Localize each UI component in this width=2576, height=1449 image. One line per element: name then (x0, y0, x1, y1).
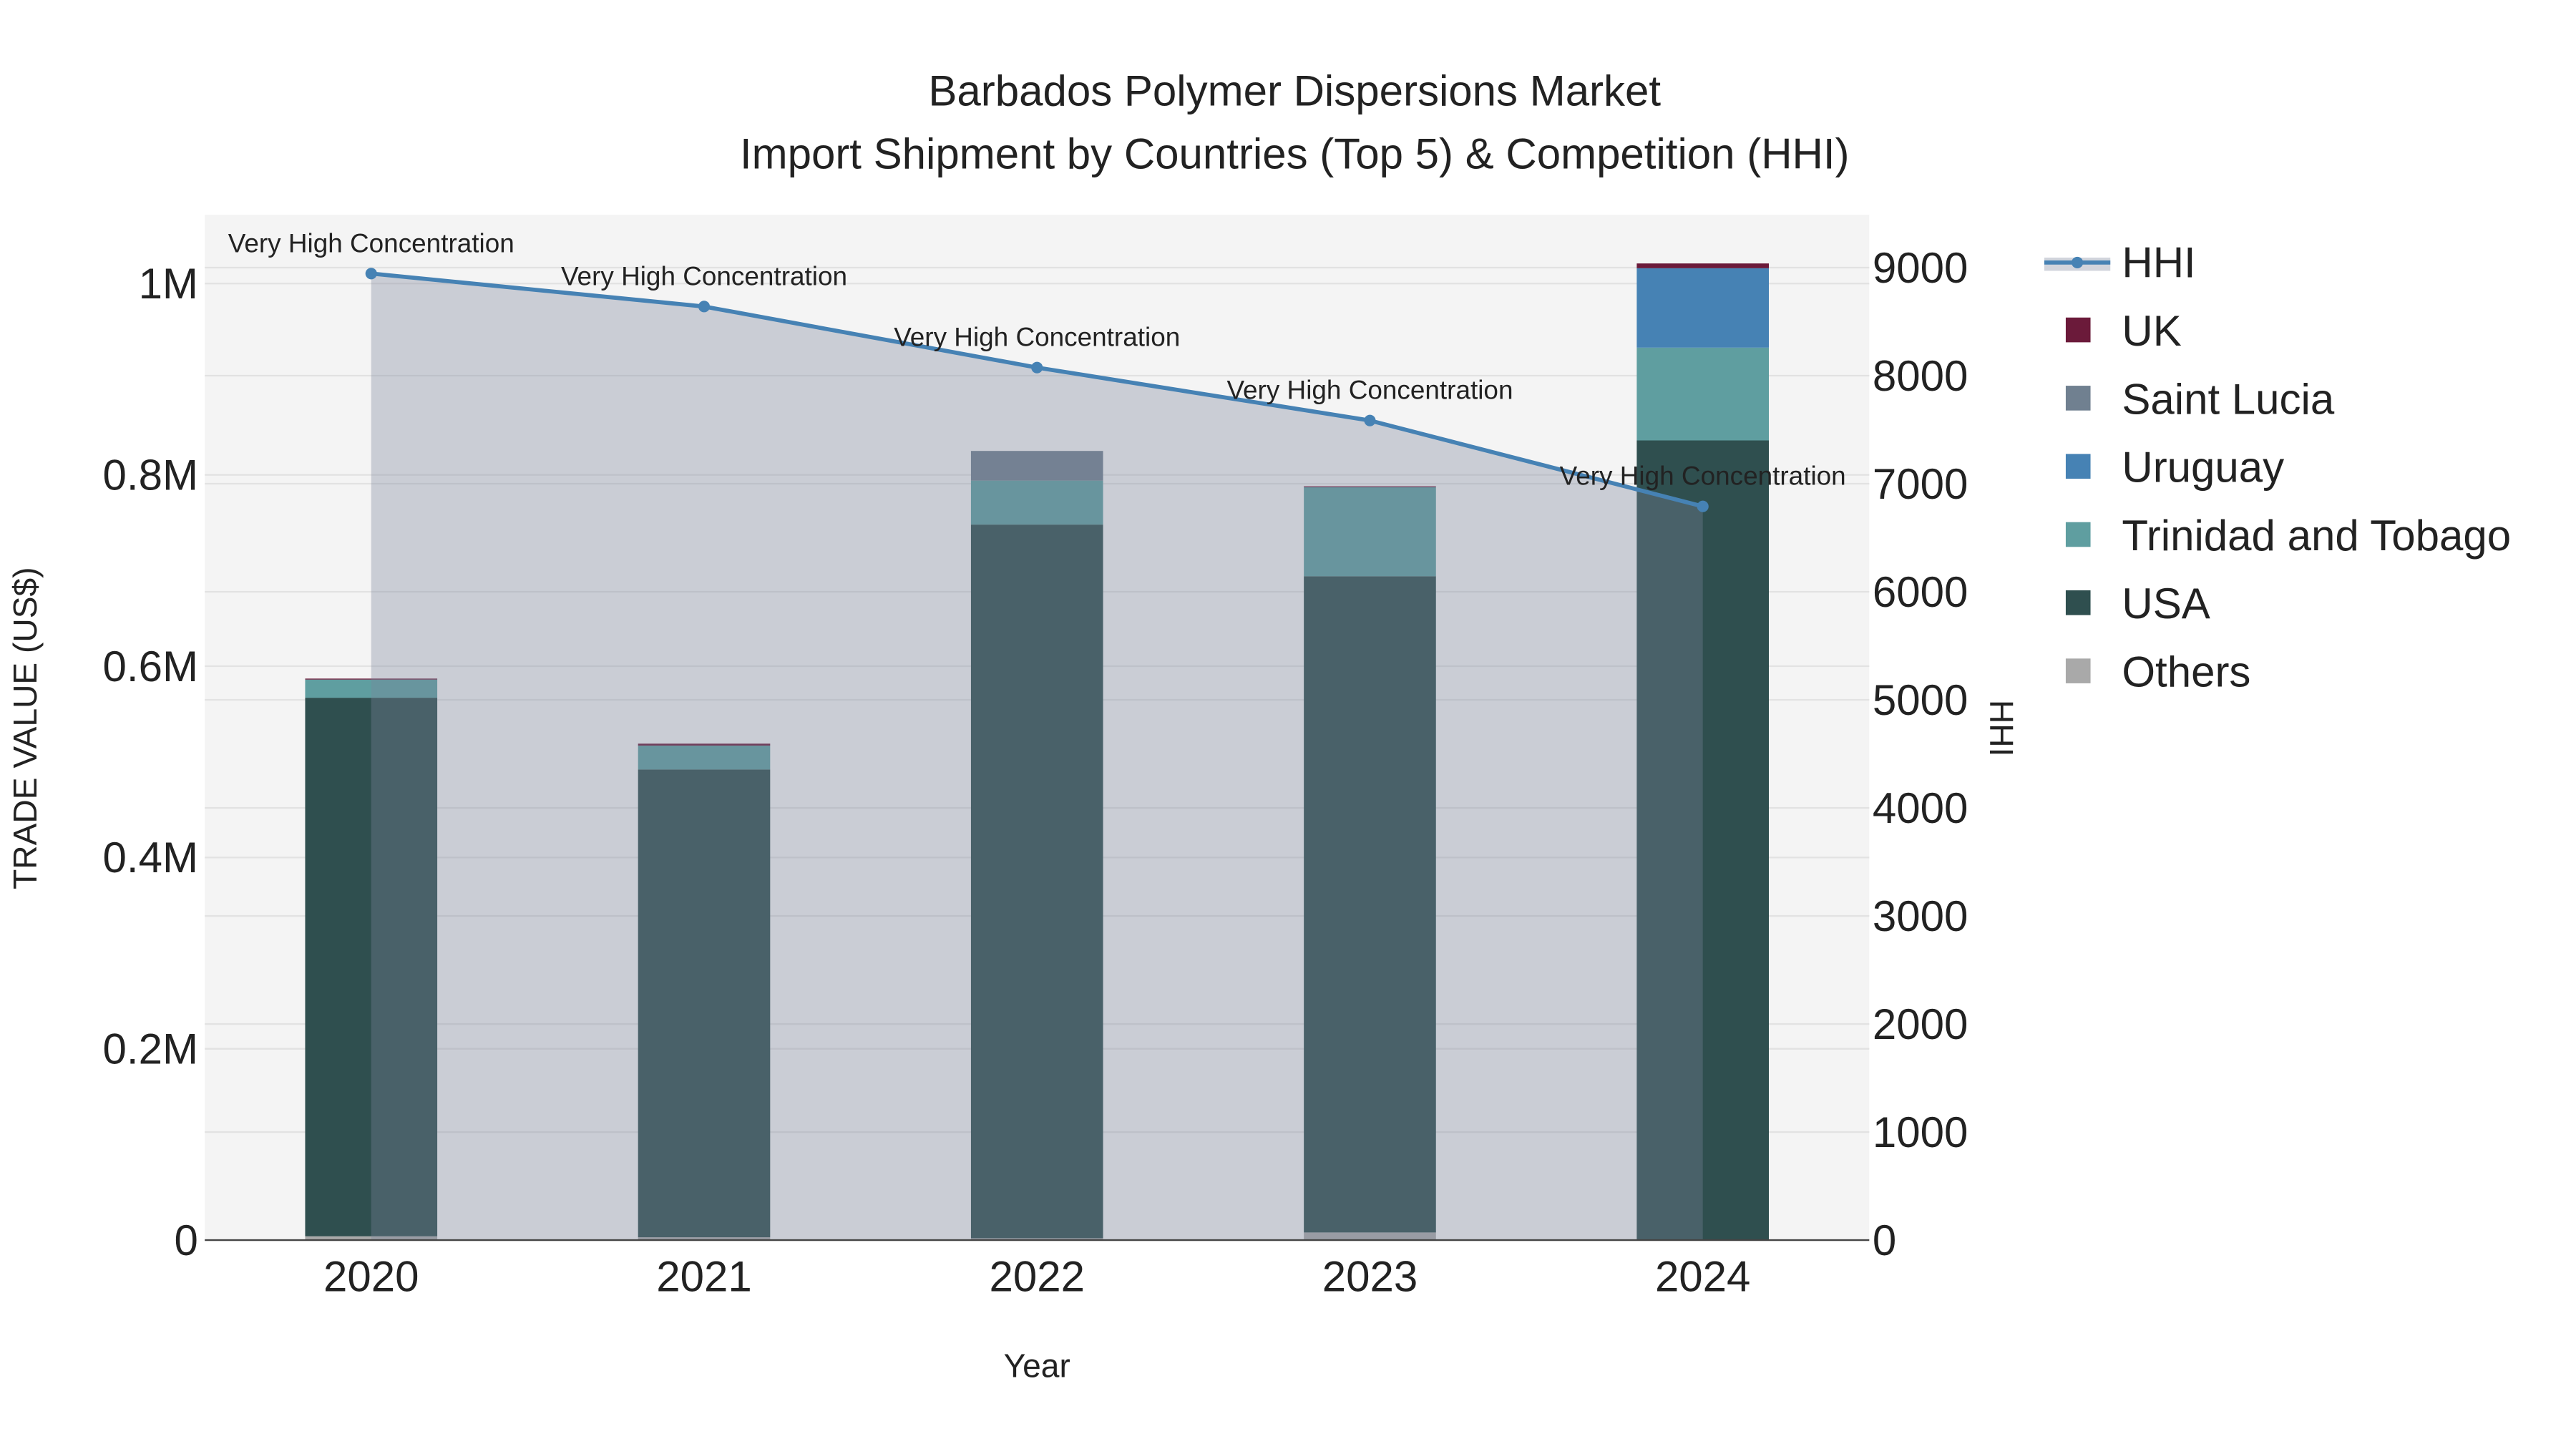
bar-uruguay-2024 (1636, 268, 1769, 348)
x-axis-label: Year (1004, 1347, 1070, 1385)
y-tick-label: 0.4M (103, 834, 198, 882)
legend-swatch (2065, 386, 2091, 411)
chart-subtitle: Import Shipment by Countries (Top 5) & C… (740, 130, 1850, 177)
hhi-point-2022 (1031, 361, 1043, 374)
hhi-point-2024 (1697, 500, 1709, 512)
y2-tick-label: 6000 (1873, 568, 1968, 616)
legend-item-hhi[interactable]: HHI (2044, 239, 2196, 287)
y-tick-label: 0.8M (103, 451, 198, 499)
legend-label: Saint Lucia (2122, 375, 2334, 423)
hhi-annotation: Very High Concentration (894, 323, 1180, 352)
legend-label: Others (2122, 648, 2250, 696)
y-axis-ticks: 0 0.2M 0.4M 0.6M 0.8M 1M (103, 260, 198, 1264)
y-tick-label: 0 (175, 1216, 198, 1264)
hhi-point-2021 (698, 301, 711, 313)
legend-swatch (2065, 658, 2091, 683)
legend-swatch (2065, 522, 2091, 547)
x-tick-label: 2024 (1655, 1253, 1750, 1301)
legend-swatch (2065, 317, 2091, 343)
y2-tick-label: 4000 (1873, 784, 1968, 832)
y2-tick-label: 9000 (1873, 244, 1968, 292)
y2-tick-label: 1000 (1873, 1108, 1968, 1156)
y2-tick-label: 7000 (1873, 460, 1968, 508)
y2-tick-label: 2000 (1873, 1000, 1968, 1048)
y2-tick-label: 0 (1873, 1216, 1896, 1264)
bar-uk-2024 (1636, 263, 1769, 268)
legend-item-usa[interactable]: USA (2065, 580, 2210, 628)
x-tick-label: 2020 (323, 1253, 419, 1301)
legend-swatch (2065, 454, 2091, 479)
legend-label: USA (2122, 580, 2210, 628)
legend-label: HHI (2122, 239, 2195, 287)
y-tick-label: 0.6M (103, 643, 198, 691)
hhi-point-2020 (365, 268, 377, 280)
legend-item-saint-lucia[interactable]: Saint Lucia (2065, 375, 2335, 423)
y2-axis-ticks: 0 1000 2000 3000 4000 5000 6000 7000 8000 9000 (1873, 244, 1968, 1264)
y2-tick-label: 8000 (1873, 352, 1968, 400)
legend-item-others[interactable]: Others (2065, 648, 2251, 696)
x-tick-label: 2023 (1322, 1253, 1418, 1301)
y2-tick-label: 5000 (1873, 676, 1968, 724)
legend-item-uruguay[interactable]: Uruguay (2065, 444, 2284, 492)
legend-label: Trinidad and Tobago (2122, 512, 2511, 560)
bar-trinidad-and-tobago-2024 (1636, 347, 1769, 441)
y2-tick-label: 3000 (1873, 892, 1968, 940)
y-tick-label: 1M (139, 260, 198, 308)
hhi-annotation: Very High Concentration (1226, 376, 1513, 405)
legend-item-uk[interactable]: UK (2065, 307, 2182, 355)
legend[interactable]: HHI UK Saint Lucia Uruguay Trinidad and Toba… (2044, 239, 2511, 696)
x-tick-label: 2022 (989, 1253, 1084, 1301)
legend-item-trinidad-and-tobago[interactable]: Trinidad and Tobago (2065, 512, 2511, 560)
hhi-annotation: Very High Concentration (1560, 462, 1846, 491)
y-axis-label: TRADE VALUE (US$) (6, 567, 44, 889)
legend-swatch (2065, 590, 2091, 615)
chart: Very High Concentration Very High Concent… (6, 67, 2511, 1385)
y-tick-label: 0.2M (103, 1025, 198, 1073)
hhi-point-2023 (1364, 414, 1376, 426)
y2-axis-label: HHI (1983, 700, 2020, 756)
hhi-annotation: Very High Concentration (228, 228, 514, 258)
x-axis-ticks: 2020 2021 2022 2023 2024 (323, 1253, 1750, 1301)
legend-marker (2072, 256, 2084, 268)
chart-title: Barbados Polymer Dispersions Market (928, 67, 1661, 115)
hhi-annotation: Very High Concentration (561, 261, 847, 291)
legend-label: UK (2122, 307, 2181, 355)
legend-label: Uruguay (2122, 444, 2284, 492)
x-tick-label: 2021 (656, 1253, 751, 1301)
